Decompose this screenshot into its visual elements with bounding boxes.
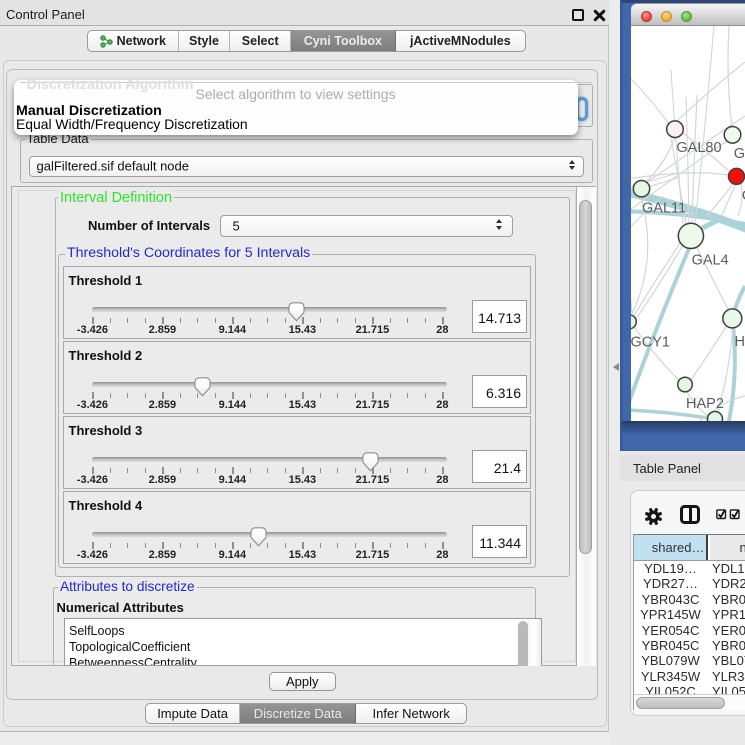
svg-text:HIS4: HIS4 xyxy=(735,334,745,350)
svg-text:GA: GA xyxy=(734,146,745,162)
svg-text:GCY1: GCY1 xyxy=(631,335,670,351)
svg-text:HAP2: HAP2 xyxy=(686,396,724,412)
svg-text:GAL4: GAL4 xyxy=(692,253,729,269)
svg-text:GAL80: GAL80 xyxy=(676,140,721,156)
svg-text:GAL11: GAL11 xyxy=(642,201,686,217)
